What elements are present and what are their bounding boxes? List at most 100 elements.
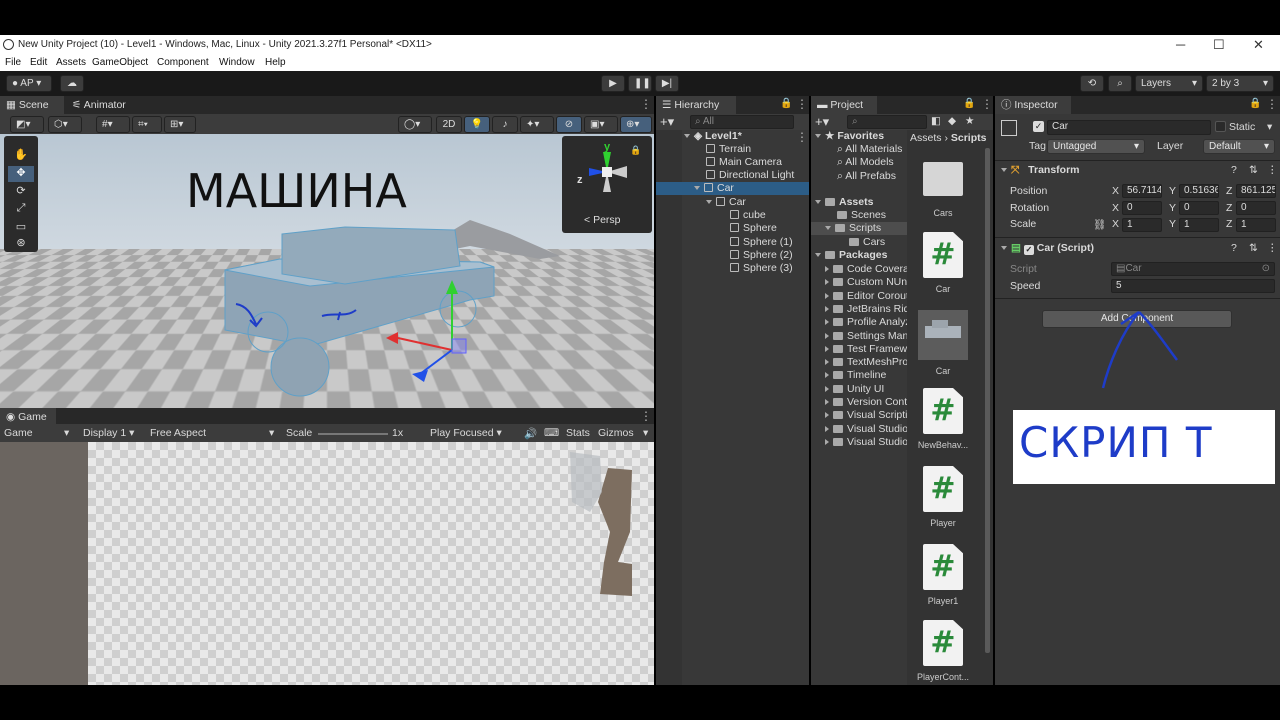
package-folder[interactable]: Unity UI [825,383,884,395]
more-icon[interactable]: ⋮ [1266,97,1278,111]
close-button[interactable]: ✕ [1253,37,1264,53]
game-viewport[interactable] [0,442,654,685]
scale-y-field[interactable]: 1 [1179,218,1219,232]
folder-cars[interactable]: Cars [849,236,885,248]
menu-assets[interactable]: Assets [56,57,86,68]
layers-dropdown[interactable]: Layers ▾ [1135,75,1203,92]
hierarchy-item-sphere-3[interactable]: Sphere (3) [730,262,793,274]
asset-script-car[interactable]: # Car [913,232,973,294]
stats-button[interactable]: Stats [566,427,590,439]
chevron-down-icon[interactable]: ▾ [1267,121,1272,133]
breadcrumb-assets[interactable]: Assets [910,132,942,144]
hierarchy-search-input[interactable]: ⌕ All [690,115,794,129]
menu-gameobject[interactable]: GameObject [92,57,148,68]
package-folder[interactable]: Test Framework [825,343,907,355]
pause-button[interactable]: ❚❚ [628,75,652,92]
object-name-input[interactable]: Car [1047,120,1211,135]
asset-script-player1[interactable]: # Player1 [913,544,973,606]
tab-hierarchy[interactable]: ☰ Hierarchy [656,96,736,114]
folder-scripts[interactable]: Scripts [825,222,881,234]
assets-folder[interactable]: Assets [815,196,873,208]
lock-icon[interactable]: 🔒 [780,98,792,109]
scale-tool-icon[interactable]: ⤢ [8,202,34,218]
package-folder[interactable]: Settings Manager [825,330,907,342]
help-icon[interactable]: ? [1231,164,1237,176]
hierarchy-item-cube[interactable]: cube [730,209,766,221]
menu-component[interactable]: Component [157,57,209,68]
menu-file[interactable]: File [5,57,21,68]
package-folder[interactable]: Custom NUnit [825,276,907,288]
position-x-field[interactable]: 56.7114 [1122,184,1162,198]
more-icon[interactable]: ⋮ [640,409,652,423]
audio-toggle[interactable]: ♪ [492,116,518,133]
cloud-button[interactable]: ☁ [60,75,84,92]
more-icon[interactable]: ⋮ [796,130,808,144]
add-icon[interactable]: +▾ [815,114,829,130]
render-mode-dropdown[interactable]: ⬡▾ [48,116,82,133]
asset-script-player[interactable]: # Player [913,466,973,528]
link-icon[interactable]: ⛓ [1093,218,1106,231]
search-button[interactable]: ⌕ [1108,75,1132,92]
rotation-x-field[interactable]: 0 [1122,201,1162,215]
enabled-checkbox[interactable]: ✓ [1024,245,1034,255]
menu-edit[interactable]: Edit [30,57,47,68]
tab-project[interactable]: ▬ Project [811,96,877,114]
more-icon[interactable]: ⋮ [1267,164,1278,176]
package-folder[interactable]: Timeline [825,369,886,381]
scene-viewport[interactable]: МАШИНА ✋ ✥ ⟳ ⤢ ▭ ⊛ y z 🔒 < Persp [0,134,654,408]
gizmos-dropdown[interactable]: ⊕▾ [620,116,652,133]
hierarchy-item-sphere[interactable]: Sphere [730,222,777,234]
filter-type-icon[interactable]: ◧ [931,115,941,127]
tab-inspector[interactable]: ⓘ Inspector [995,96,1071,114]
package-folder[interactable]: JetBrains Rider [825,303,907,315]
package-folder[interactable]: Editor Coroutines [825,290,907,302]
position-y-field[interactable]: 0.51636 [1179,184,1219,198]
menu-window[interactable]: Window [219,57,255,68]
more-icon[interactable]: ⋮ [1267,242,1278,254]
scrollbar[interactable] [985,148,990,653]
project-search-input[interactable]: ⌕ [847,115,927,129]
tag-dropdown[interactable]: Untagged ▾ [1047,139,1145,154]
hand-tool-icon[interactable]: ✋ [8,148,34,164]
display-dropdown[interactable]: Display 1 ▾ [83,427,134,439]
visibility-toggle[interactable]: ⊘ [556,116,582,133]
scale-z-field[interactable]: 1 [1236,218,1276,232]
package-folder[interactable]: Code Coverage [825,263,907,275]
orientation-dropdown[interactable]: ◯▾ [398,116,432,133]
asset-script-playercontroller[interactable]: # PlayerCont... [913,620,973,682]
toggle-2d-button[interactable]: 2D [436,116,462,133]
package-folder[interactable]: Profile Analyzer [825,316,907,328]
layout-dropdown[interactable]: 2 by 3 ▾ [1206,75,1274,92]
rect-tool-icon[interactable]: ▭ [8,220,34,236]
packages-folder[interactable]: Packages [815,249,887,261]
help-icon[interactable]: ? [1231,242,1237,254]
breadcrumb-scripts[interactable]: Scripts [951,132,987,144]
favorite-item[interactable]: ⌕ All Models [837,156,894,169]
position-z-field[interactable]: 861.125 [1236,184,1276,198]
hierarchy-item-sphere-2[interactable]: Sphere (2) [730,249,793,261]
package-folder[interactable]: Visual Studio Code [825,423,907,435]
display-mode-dropdown[interactable]: Game [4,427,33,439]
orientation-gizmo[interactable]: y z 🔒 < Persp [562,136,652,233]
package-folder[interactable]: Visual Studio Editor [825,436,907,448]
favorite-item[interactable]: ⌕ All Prefabs [837,170,896,183]
snap-dropdown[interactable]: ⌗▾ [132,116,162,133]
move-tool-icon[interactable]: ✥ [8,166,34,182]
asset-folder-cars[interactable]: Cars [913,162,973,218]
hierarchy-item-car-child[interactable]: Car [706,196,746,208]
increment-dropdown[interactable]: ⊞▾ [164,116,196,133]
hierarchy-item-sphere-1[interactable]: Sphere (1) [730,236,793,248]
gizmos-button[interactable]: Gizmos [598,427,634,439]
maximize-button[interactable]: ☐ [1213,37,1225,53]
preset-icon[interactable]: ⇅ [1249,242,1258,254]
more-icon[interactable]: ⋮ [640,97,652,111]
camera-dropdown[interactable]: ▣▾ [584,116,618,133]
folder-scenes[interactable]: Scenes [837,209,886,221]
aspect-label[interactable]: Free Aspect [150,427,206,439]
preset-icon[interactable]: ⇅ [1249,164,1258,176]
minimize-button[interactable]: ─ [1176,37,1185,52]
favorites-header[interactable]: ★ Favorites [815,130,884,142]
hierarchy-item-main-camera[interactable]: Main Camera [706,156,782,168]
scale-slider[interactable] [318,433,388,435]
script-component-header[interactable]: ▤ ✓ Car (Script) [1001,242,1094,255]
